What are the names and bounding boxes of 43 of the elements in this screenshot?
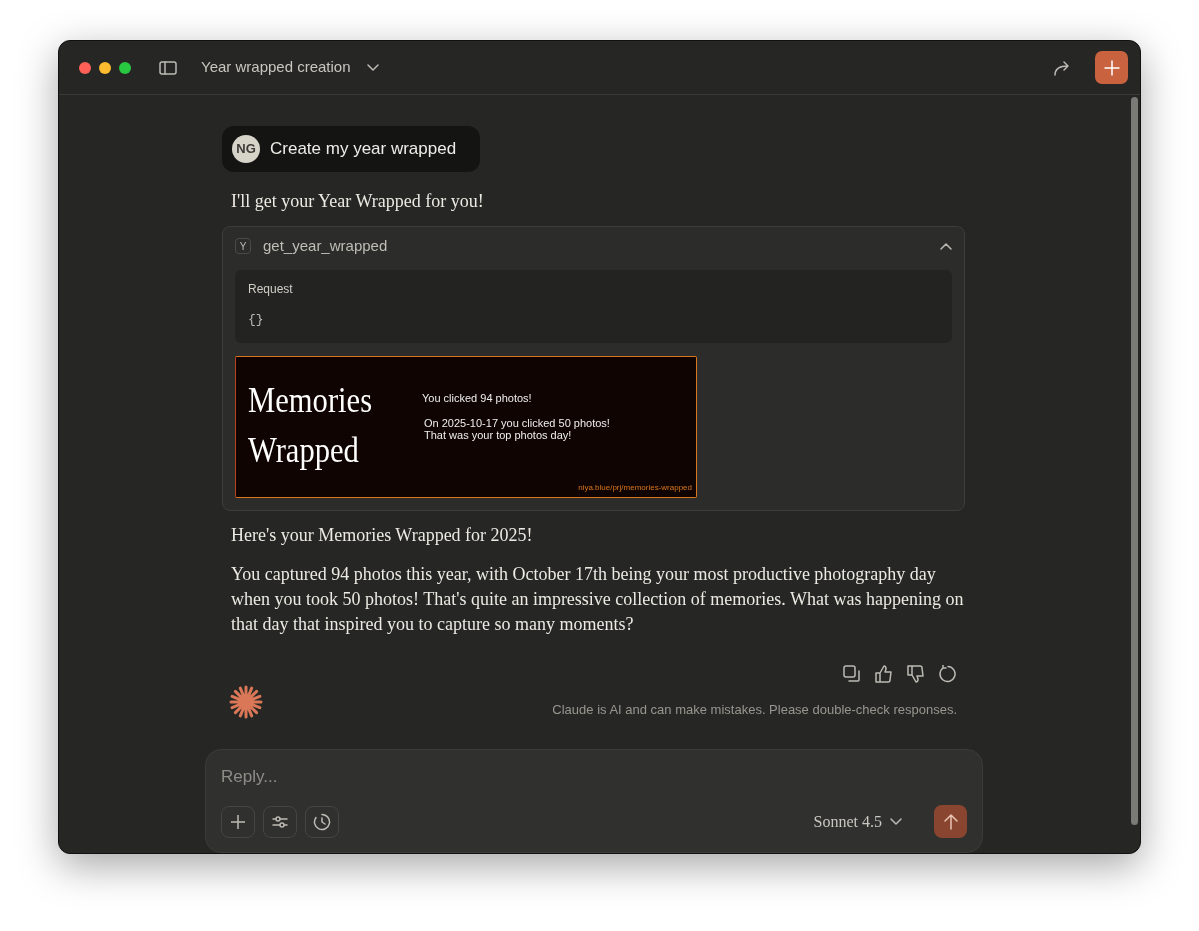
close-button[interactable] <box>79 61 91 74</box>
message-text: You captured 94 photos this year, with October 17th being your most productive photography day when you took 50 photos! That's quite an impressive collection of memories. What was happening on that day that inspired you to capture so many moments? <box>230 563 965 636</box>
retry-icon[interactable] <box>939 665 957 683</box>
chevron-down-icon[interactable] <box>366 63 379 72</box>
chevron-down-icon <box>890 817 902 826</box>
share-icon[interactable] <box>1053 59 1071 76</box>
message-text: Here's your Memories Wrapped for 2025! <box>230 524 534 547</box>
plus-icon <box>1103 59 1120 76</box>
message-text: I'll get your Year Wrapped for you! <box>230 190 485 213</box>
sidebar-icon[interactable] <box>159 60 177 75</box>
reply-field[interactable]: Reply... Sonnet 4.5 <box>205 748 983 853</box>
add-button[interactable] <box>221 805 255 838</box>
card-detail: On 2025-10-17 you clicked 50 photos! <box>424 416 610 429</box>
send-button[interactable] <box>934 805 967 838</box>
request-body: {} <box>248 310 265 329</box>
message-text: Create my year wrapped <box>270 138 457 161</box>
card-stat: You clicked 94 photos! <box>422 391 533 406</box>
new-chat-button[interactable] <box>1095 51 1128 84</box>
thumbs-up-icon[interactable] <box>875 665 893 683</box>
copy-icon[interactable] <box>843 665 861 683</box>
card-link[interactable]: niya.blue/prj/memories-wrapped <box>578 482 692 494</box>
clock-icon <box>313 812 331 831</box>
card-title: Memories <box>248 379 374 422</box>
tools-button[interactable] <box>263 805 297 838</box>
card-detail: That was your top photos day! <box>424 428 573 441</box>
minimize-button[interactable] <box>99 61 111 74</box>
thumbs-down-icon[interactable] <box>907 665 925 683</box>
sliders-icon <box>272 814 288 829</box>
tool-name[interactable]: get_year_wrapped <box>263 235 388 258</box>
window-title[interactable]: Year wrapped creation <box>201 56 351 79</box>
scrollbar[interactable] <box>1131 97 1138 825</box>
history-button[interactable] <box>305 805 339 838</box>
zoom-button[interactable] <box>119 61 131 74</box>
model-selector[interactable]: Sonnet 4.5 <box>813 809 902 834</box>
tool-badge: Y <box>235 238 251 255</box>
disclaimer-text: Claude is AI and can make mistakes. Please double-check responses. <box>552 700 958 719</box>
chevron-up-icon[interactable] <box>940 242 952 251</box>
request-label: Request <box>248 280 294 298</box>
plus-icon <box>231 814 245 829</box>
asterisk-logo <box>229 685 263 719</box>
arrow-up-icon <box>943 813 958 830</box>
card-title: Wrapped <box>248 429 360 472</box>
avatar: NG <box>232 135 260 163</box>
